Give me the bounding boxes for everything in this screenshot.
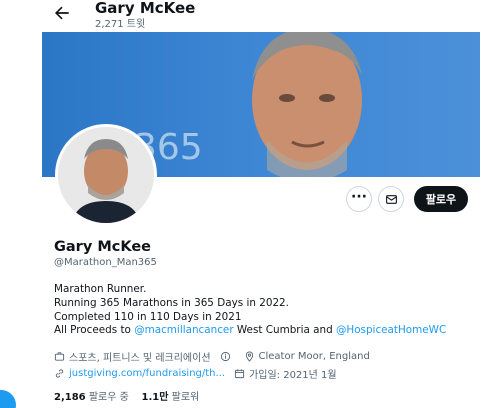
mention-link-hospiceathomewc[interactable]: @HospiceatHomeWC (336, 324, 446, 336)
avatar-portrait (58, 127, 154, 223)
following-count: 2,186 (54, 392, 86, 403)
profile-handle: @Marathon_Man365 (54, 257, 157, 268)
following-label: 팔로우 중 (88, 392, 129, 403)
calendar-icon (234, 369, 245, 379)
bio-line: Completed 110 in 110 Days in 2021 (54, 310, 242, 323)
bio-line: Running 365 Marathons in 365 Days in 202… (54, 296, 289, 309)
profile-category: 스포츠, 피트니스 및 레크리에이션 (69, 353, 211, 364)
more-button[interactable]: ··· (346, 186, 372, 212)
profile-display-name: Gary McKee (54, 239, 152, 255)
profile-avatar[interactable] (55, 124, 157, 226)
message-button[interactable] (378, 186, 404, 212)
follow-stats: 2,186 팔로우 중 1.1만 팔로워 (54, 388, 199, 403)
profile-meta-row: justgiving.com/fundraising/th... 가입일: 20… (54, 366, 337, 381)
mention-link-macmillancancer[interactable]: @macmillancancer (134, 324, 233, 336)
profile-location: Cleator Moor, England (258, 351, 370, 362)
arrow-left-icon[interactable] (52, 3, 72, 23)
followers-link[interactable]: 1.1만 팔로워 (142, 392, 200, 403)
bio-text: West Cumbria and (233, 324, 336, 337)
mail-icon (385, 194, 397, 204)
header-tweet-count: 2,271 트윗 (95, 19, 146, 30)
link-icon (55, 369, 64, 378)
followers-label: 팔로워 (171, 392, 200, 403)
floating-action-button[interactable] (0, 390, 16, 408)
profile-website-link[interactable]: justgiving.com/fundraising/th... (69, 368, 225, 379)
info-icon[interactable] (220, 351, 231, 362)
location-pin-icon (245, 351, 253, 362)
followers-count: 1.1만 (141, 392, 169, 403)
bio-line: All Proceeds to @macmillancancer West Cu… (54, 324, 446, 338)
follow-button[interactable]: 팔로우 (414, 186, 468, 212)
profile-meta-row: 스포츠, 피트니스 및 레크리에이션 Cleator Moor, England (54, 349, 370, 364)
top-bar: Gary McKee 2,271 트윗 (0, 0, 500, 32)
banner-portrait (252, 32, 362, 177)
more-icon: ··· (351, 189, 367, 205)
profile-joined-date: 가입일: 2021년 1월 (249, 370, 337, 381)
bio-text: All Proceeds to (54, 324, 135, 337)
profile-bio: Marathon Runner. Running 365 Marathons i… (54, 283, 446, 338)
briefcase-icon (54, 352, 65, 361)
bio-line: Marathon Runner. (54, 283, 147, 295)
following-link[interactable]: 2,186 팔로우 중 (54, 392, 129, 403)
